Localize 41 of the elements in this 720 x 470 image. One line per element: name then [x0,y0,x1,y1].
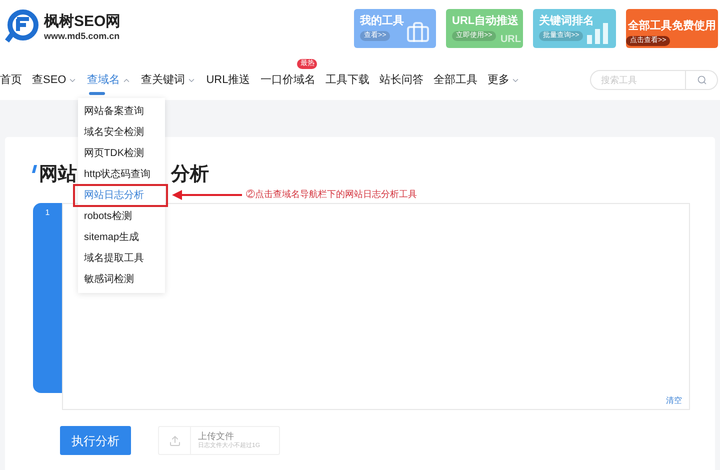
nav-item[interactable]: 查SEO [32,72,66,88]
clear-link[interactable]: 清空 [666,395,682,407]
dropdown-item[interactable]: 敏感词检测 [78,269,165,290]
title-mark-icon [32,165,38,173]
dropdown-item[interactable]: sitemap生成 [78,227,165,248]
run-analysis-button[interactable]: 执行分析 [60,426,131,455]
logo-name: 枫树SEO网 [44,12,121,30]
page-title: 分析 [171,162,209,187]
annotation-arrow [172,190,242,200]
search-button[interactable] [686,70,718,90]
nav-item[interactable]: 查关键词 [141,72,186,88]
upload-icon [168,434,180,446]
search-icon [696,75,706,85]
banner-art-text: URL [500,35,521,45]
dropdown-item[interactable]: http状态码查询 [78,164,165,185]
nav-item[interactable]: 站长问答 [379,72,424,88]
dropdown-item[interactable]: 网站备案查询 [78,101,165,122]
logo-url: www.md5.com.cn [44,30,121,42]
active-underline [89,92,106,95]
banner-title: 关键词排名 [539,14,595,29]
dropdown-item[interactable]: 域名提取工具 [78,248,165,269]
nav-item[interactable]: 首页 [0,72,22,88]
dropdown-item[interactable]: 域名安全检测 [78,122,165,143]
upload-label: 上传文件 [198,430,235,442]
banner-title: URL自动推送 [452,14,520,29]
dropdown-item[interactable]: robots检测 [78,206,165,227]
nav-item[interactable]: 全部工具 [433,72,478,88]
line-number: 1 [45,207,50,219]
banner-title: 全部工具免费使用 [628,18,716,34]
page-title: 网站 [39,162,77,187]
nav-item[interactable]: 工具下载 [325,72,370,88]
nav-item[interactable]: 查域名 [87,72,120,88]
nav-item[interactable]: 一口价域名 [260,72,316,88]
logo-icon [4,9,40,45]
dropdown-item[interactable]: 网站日志分析 [74,185,167,206]
annotation-text: ②点击查域名导航栏下的网站日志分析工具 [246,188,417,201]
briefcase-icon [406,21,430,45]
nav-item[interactable]: URL推送 [206,72,250,88]
nav-item[interactable]: 更多 [487,72,510,88]
banner-title: 我的工具 [360,14,405,29]
dropdown-item[interactable]: 网页TDK检测 [78,143,165,164]
